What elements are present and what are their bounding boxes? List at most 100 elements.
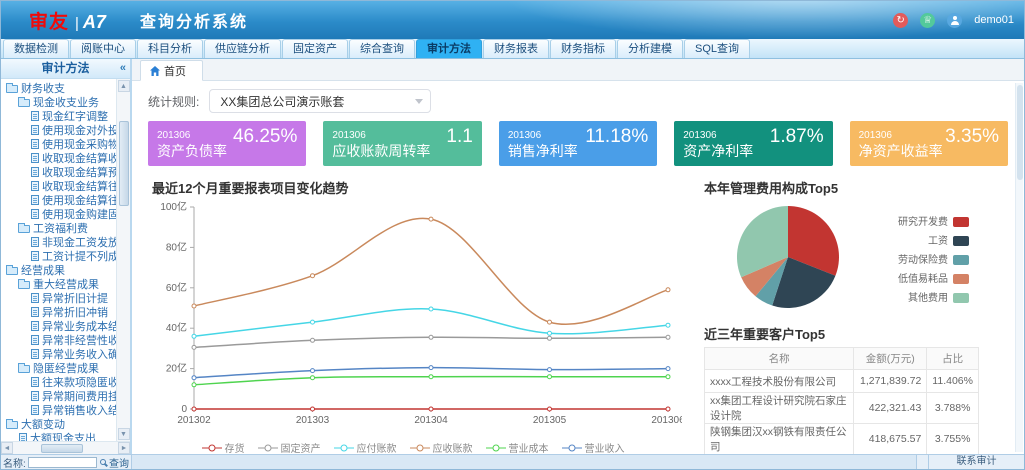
main-vscroll-thumb[interactable] (1017, 85, 1023, 180)
tree-item[interactable]: 异常业务收入确认 (3, 347, 116, 361)
kpi-card: 20130611.18%销售净利率 (499, 121, 657, 166)
pie-legend-marker[interactable] (953, 255, 969, 265)
pie-chart-title: 本年管理费用构成Top5 (704, 178, 978, 197)
tree-item[interactable]: 异常业务成本结转 (3, 319, 116, 333)
tab-home[interactable]: 首页 (140, 60, 203, 81)
tree-item[interactable]: 经营成果 (3, 263, 116, 277)
right-panel: 本年管理费用构成Top5 研究开发费工资劳动保险费低值易耗品其他费用 近三年重要… (696, 176, 978, 454)
tree-item[interactable]: 异常销售收入结转 (3, 403, 116, 417)
tree-item[interactable]: 异常非经营性收入 (3, 333, 116, 347)
legend-item[interactable]: 营业成本 (486, 440, 549, 454)
tree-item[interactable]: 工资计提不列成本费用 (3, 249, 116, 263)
tree-item-label: 收取现金结算收入 (42, 151, 116, 165)
tree-item[interactable]: 使用现金采购物资 (3, 137, 116, 151)
crown-icon[interactable]: ♕ (920, 13, 935, 28)
nav-tab-3[interactable]: 科目分析 (137, 39, 203, 58)
tree-item[interactable]: 隐匿经营成果 (3, 361, 116, 375)
collapse-sidebar-icon[interactable]: « (120, 59, 126, 78)
tree-item[interactable]: 工资福利费 (3, 221, 116, 235)
legend-item[interactable]: 存货 (202, 440, 245, 454)
table-header-cell: 名称 (705, 348, 854, 370)
pie-legend-marker[interactable] (953, 236, 969, 246)
tree-item[interactable]: 收取现金结算收入 (3, 151, 116, 165)
tree-item[interactable]: 往来款项隐匿收入 (3, 375, 116, 389)
nav-tab-9[interactable]: 财务指标 (550, 39, 616, 58)
document-icon (31, 167, 39, 177)
trend-chart-legend: 存货 固定资产 应付账款 应收账款 营业成本 营业收入 (144, 440, 682, 454)
nav-tab-6[interactable]: 综合查询 (349, 39, 415, 58)
expense-pie-chart[interactable]: 研究开发费工资劳动保险费低值易耗品其他费用 (696, 199, 978, 311)
scroll-right-icon[interactable]: ► (118, 442, 130, 454)
tree-item[interactable]: 使用现金对外投资 (3, 123, 116, 137)
tree-item[interactable]: 异常折旧计提 (3, 291, 116, 305)
nav-tab-2[interactable]: 阅账中心 (70, 39, 136, 58)
nav-tab-10[interactable]: 分析建模 (617, 39, 683, 58)
rule-select[interactable]: XX集团总公司演示账套 (209, 89, 431, 113)
tree-horizontal-scrollbar[interactable]: ◄ ► (1, 441, 130, 454)
kpi-period: 201306 (508, 130, 541, 141)
document-icon (31, 181, 39, 191)
kpi-value: 3.35% (945, 126, 999, 148)
user-icon[interactable] (947, 13, 962, 28)
kpi-period: 201306 (157, 130, 190, 141)
nav-tab-11[interactable]: SQL查询 (684, 39, 750, 58)
search-button[interactable]: 查询 (109, 455, 129, 470)
pie-legend-marker[interactable] (953, 293, 969, 303)
tree-item-label: 异常非经营性收入 (42, 333, 116, 347)
tree-item-label: 财务收支 (21, 81, 65, 95)
trend-line-chart[interactable]: 020亿40亿60亿80亿100亿20130220130320130420130… (144, 199, 682, 435)
nav-tab-8[interactable]: 财务报表 (483, 39, 549, 58)
svg-text:201302: 201302 (177, 415, 211, 426)
tree-item[interactable]: 财务收支 (3, 81, 116, 95)
refresh-icon[interactable]: ↻ (893, 13, 908, 28)
legend-marker-icon (486, 444, 506, 452)
tree-hscroll-thumb[interactable] (41, 444, 83, 453)
tree-item[interactable]: 现金红字调整 (3, 109, 116, 123)
tree-item[interactable]: 收取现金结算往来款 (3, 179, 116, 193)
tree-item[interactable]: 收取现金结算预收款 (3, 165, 116, 179)
tree-item[interactable]: 非现金工资发放 (3, 235, 116, 249)
main-vertical-scrollbar[interactable] (1015, 83, 1023, 452)
svg-text:40亿: 40亿 (166, 321, 187, 334)
svg-text:60亿: 60亿 (166, 281, 187, 294)
tree-item[interactable]: 异常折旧冲销 (3, 305, 116, 319)
pie-legend-marker[interactable] (953, 274, 969, 284)
pie-legend-marker[interactable] (953, 217, 969, 227)
scroll-up-icon[interactable]: ▲ (118, 80, 130, 92)
tree-item[interactable]: 使用现金购建固定资产 (3, 207, 116, 221)
tree-search-input[interactable] (28, 457, 97, 468)
kpi-value: 46.25% (233, 126, 297, 148)
legend-item[interactable]: 固定资产 (258, 440, 321, 454)
status-strip (132, 455, 916, 469)
document-icon (31, 111, 39, 121)
tree-item[interactable]: 大额变动 (3, 417, 116, 431)
scroll-down-icon[interactable]: ▼ (118, 428, 130, 440)
legend-item[interactable]: 应收账款 (410, 440, 473, 454)
tree-item[interactable]: 使用现金结算往来款 (3, 193, 116, 207)
nav-tab-7[interactable]: 审计方法 (416, 39, 482, 58)
status-mini-cell (916, 455, 928, 469)
nav-tab-4[interactable]: 供应链分析 (204, 39, 281, 58)
tree-item-label: 现金红字调整 (42, 109, 108, 123)
tree-vertical-scrollbar[interactable]: ▲ ▼ (116, 79, 130, 441)
legend-item[interactable]: 营业收入 (562, 440, 625, 454)
rule-select-value: XX集团总公司演示账套 (220, 93, 344, 110)
legend-item[interactable]: 应付账款 (334, 440, 397, 454)
tree-item[interactable]: 大额现金支出 (3, 431, 116, 441)
nav-tab-1[interactable]: 数据检测 (3, 39, 69, 58)
search-icon[interactable] (100, 459, 106, 465)
username[interactable]: demo01 (974, 14, 1014, 26)
sidebar: 审计方法 « 财务收支现金收支业务现金红字调整使用现金对外投资使用现金采购物资收… (1, 59, 132, 454)
status-right-text: 联系审计 (928, 455, 1024, 469)
tree-search-cell: 名称: 查询 (1, 455, 132, 469)
tree-item[interactable]: 重大经营成果 (3, 277, 116, 291)
scroll-left-icon[interactable]: ◄ (1, 442, 13, 454)
tree-item[interactable]: 现金收支业务 (3, 95, 116, 109)
document-icon (31, 321, 39, 331)
tree-vscroll-thumb[interactable] (119, 121, 129, 206)
legend-label: 应收账款 (433, 440, 473, 454)
tree-item[interactable]: 异常期间费用挂账 (3, 389, 116, 403)
kpi-value: 11.18% (585, 126, 648, 148)
document-icon (31, 209, 39, 219)
nav-tab-5[interactable]: 固定资产 (282, 39, 348, 58)
